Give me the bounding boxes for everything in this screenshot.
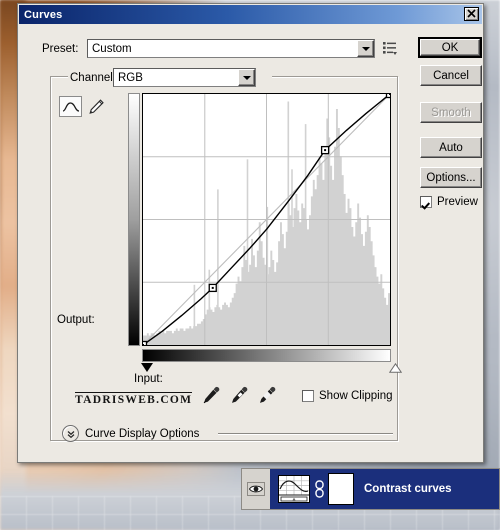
preset-value: Custom (92, 42, 132, 55)
input-gradient-bar (142, 349, 391, 362)
preview-label: Preview (437, 196, 478, 208)
watermark-text: TADRISWEB.COM (75, 392, 193, 406)
input-label: Input: (134, 373, 163, 385)
preview-checkbox[interactable]: Preview (420, 196, 478, 208)
chevron-double-down-icon (62, 425, 79, 442)
output-gradient-bar (128, 93, 140, 346)
smooth-button-label: Smooth (431, 106, 471, 119)
close-icon[interactable] (464, 7, 479, 21)
smooth-button: Smooth (420, 102, 482, 123)
dialog-titlebar[interactable]: Curves (19, 5, 482, 24)
cancel-button-label: Cancel (433, 69, 469, 82)
white-point-eyedropper[interactable] (258, 385, 277, 411)
ok-button-label: OK (420, 39, 480, 56)
black-point-eyedropper[interactable] (202, 385, 221, 411)
layers-panel: Contrast curves (241, 468, 500, 510)
options-button[interactable]: Options... (420, 167, 482, 188)
channel-label: Channel: (70, 72, 117, 84)
auto-button-label: Auto (439, 141, 463, 154)
channel-dropdown[interactable]: RGB (113, 68, 256, 87)
screen: Curves Preset: Custom Channel: RGB Outpu… (0, 0, 500, 530)
pencil-tool-icon[interactable] (84, 96, 107, 117)
curve-tool-icon[interactable] (59, 96, 82, 117)
show-clipping-label: Show Clipping (319, 390, 393, 402)
layer-name: Contrast curves (364, 483, 452, 495)
output-label: Output: (57, 314, 95, 326)
layer-row[interactable]: Contrast curves (270, 469, 499, 509)
show-clipping-box[interactable] (302, 390, 314, 402)
layer-mask-thumbnail[interactable] (328, 473, 354, 505)
curves-dialog: Curves Preset: Custom Channel: RGB Outpu… (17, 3, 484, 463)
curve-plot-svg (143, 94, 390, 345)
auto-button[interactable]: Auto (420, 137, 482, 158)
preset-dropdown[interactable]: Custom (87, 39, 375, 58)
curve-display-options-toggle[interactable]: Curve Display Options (62, 425, 199, 442)
section-divider (218, 433, 393, 434)
channel-value: RGB (118, 71, 143, 84)
ok-button[interactable]: OK (418, 37, 482, 58)
eye-icon (247, 482, 265, 496)
curves-graph[interactable] (128, 93, 402, 373)
preset-label: Preset: (42, 43, 79, 55)
link-icon[interactable] (315, 480, 324, 498)
show-clipping-checkbox[interactable]: Show Clipping (302, 390, 393, 402)
white-point-slider[interactable] (383, 363, 402, 373)
dialog-title: Curves (24, 8, 63, 21)
curve-display-options-label: Curve Display Options (85, 427, 200, 440)
cancel-button[interactable]: Cancel (420, 65, 482, 86)
curves-thumbnail[interactable] (278, 475, 310, 503)
preset-menu-icon[interactable] (382, 41, 398, 56)
black-point-slider[interactable] (141, 363, 153, 372)
channel-dropdown-arrow[interactable] (238, 69, 255, 86)
options-button-label: Options... (426, 171, 476, 184)
gray-point-eyedropper[interactable] (230, 385, 249, 411)
curve-plot-area[interactable] (142, 93, 391, 346)
preset-dropdown-arrow[interactable] (357, 40, 374, 57)
preview-box[interactable] (420, 196, 432, 208)
layer-visibility-toggle[interactable] (242, 469, 270, 509)
